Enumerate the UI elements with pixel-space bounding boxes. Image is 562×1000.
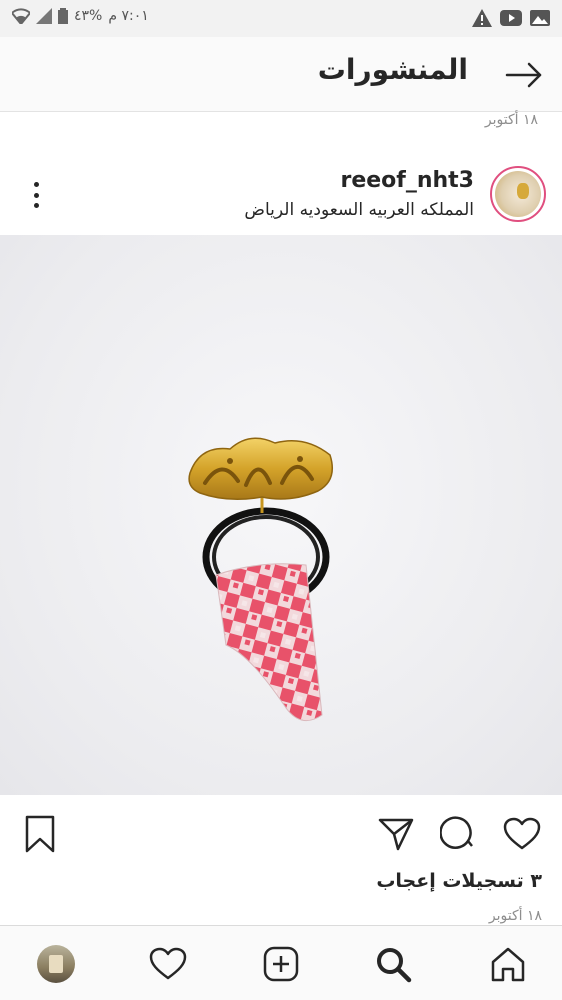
previous-post-date: ١٨ أكتوبر (484, 112, 538, 128)
bottom-nav (0, 925, 562, 1000)
avatar[interactable] (490, 166, 546, 222)
more-dot-icon (33, 203, 39, 208)
avatar-image (495, 171, 541, 217)
post-header: reeof_nht3 المملكه العربيه السعوديه الري… (0, 150, 562, 235)
like-button[interactable] (502, 814, 542, 854)
battery-percent: %٤٣ (74, 8, 103, 24)
bookmark-icon (25, 815, 55, 853)
search-icon (377, 948, 412, 983)
youtube-icon (500, 10, 522, 26)
post-username[interactable]: reeof_nht3 (340, 168, 474, 193)
post-image[interactable] (0, 235, 562, 795)
send-icon (378, 818, 414, 851)
back-button[interactable] (502, 55, 546, 95)
warning-icon (472, 9, 492, 27)
battery-icon (58, 8, 68, 24)
save-button[interactable] (20, 814, 60, 854)
profile-avatar (37, 945, 75, 983)
wifi-icon (12, 8, 30, 24)
more-dot-icon (33, 192, 39, 198)
more-options-button[interactable] (24, 180, 48, 210)
status-right (472, 9, 550, 27)
activity-heart-icon (149, 947, 187, 980)
likes-count[interactable]: ٣ تسجيلات إعجاب (376, 870, 542, 892)
status-left: ٧:٠١ م %٤٣ (12, 8, 149, 24)
nav-profile[interactable] (32, 940, 80, 988)
shemagh-fabric (215, 563, 323, 722)
share-button[interactable] (376, 814, 416, 854)
status-bar: ٧:٠١ م %٤٣ (0, 0, 562, 37)
nav-search[interactable] (369, 940, 417, 988)
post-location[interactable]: المملكه العربيه السعوديه الرياض (244, 200, 474, 220)
comment-icon (440, 816, 473, 849)
page-title: المنشورات (317, 53, 468, 86)
home-icon (491, 947, 525, 982)
add-icon (263, 946, 299, 982)
arrow-right-icon (505, 62, 542, 88)
gold-name-pendant (188, 437, 333, 500)
more-dot-icon (33, 182, 39, 187)
app-header: المنشورات (0, 37, 562, 112)
nav-home[interactable] (484, 940, 532, 988)
nav-activity[interactable] (144, 940, 192, 988)
signal-icon (36, 8, 52, 24)
post-photo-illustration (188, 437, 333, 722)
post-actions (0, 800, 562, 870)
nav-add[interactable] (257, 940, 305, 988)
heart-icon (503, 817, 541, 850)
status-time: ٧:٠١ م (108, 8, 149, 24)
gallery-icon (530, 10, 550, 26)
comment-button[interactable] (438, 814, 478, 854)
post-date: ١٨ أكتوبر (488, 908, 542, 924)
